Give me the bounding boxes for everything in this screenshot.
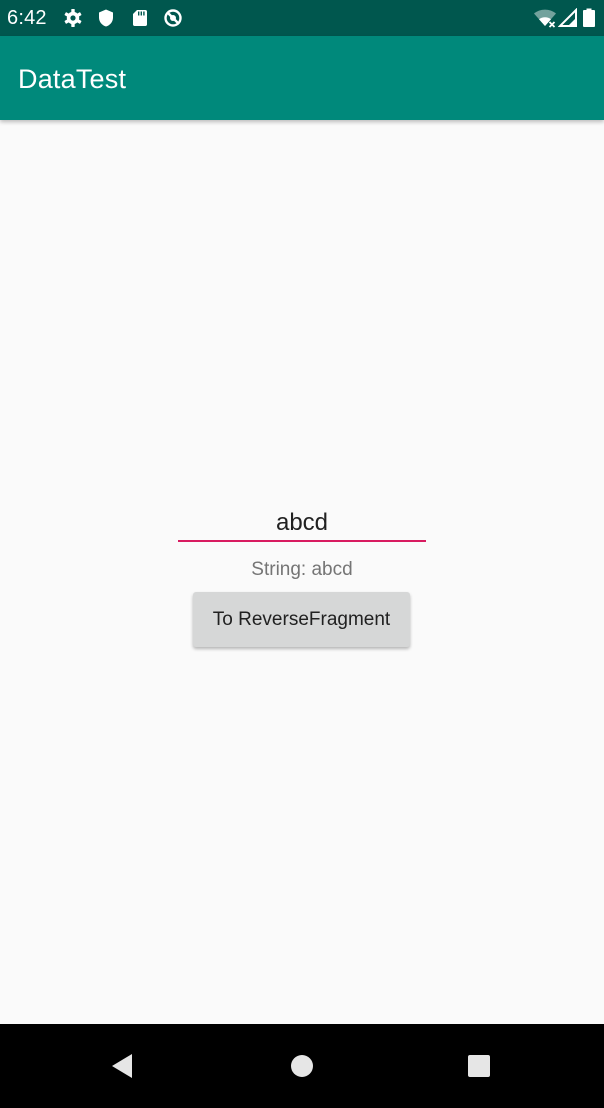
result-text: String: abcd bbox=[251, 559, 353, 580]
home-icon bbox=[290, 1054, 314, 1078]
status-time: 6:42 bbox=[7, 7, 47, 29]
recents-icon bbox=[467, 1054, 491, 1078]
no-sync-icon bbox=[163, 8, 183, 28]
sd-card-icon bbox=[130, 8, 150, 28]
home-button[interactable] bbox=[282, 1046, 322, 1086]
string-input[interactable] bbox=[178, 500, 426, 542]
input-container bbox=[178, 500, 426, 544]
app-title: DataTest bbox=[18, 64, 127, 94]
navigation-bar bbox=[0, 1024, 604, 1108]
status-bar: 6:42 bbox=[0, 0, 604, 36]
back-icon bbox=[110, 1053, 134, 1079]
battery-icon bbox=[582, 8, 596, 28]
recents-button[interactable] bbox=[459, 1046, 499, 1086]
shield-icon bbox=[96, 8, 116, 28]
app-bar: DataTest bbox=[0, 36, 604, 120]
wifi-off-icon bbox=[533, 8, 557, 28]
to-reverse-fragment-button[interactable]: To ReverseFragment bbox=[193, 592, 410, 647]
back-button[interactable] bbox=[102, 1046, 142, 1086]
gear-icon bbox=[63, 8, 83, 28]
main-content: String: abcd To ReverseFragment bbox=[0, 120, 604, 1024]
signal-icon bbox=[558, 8, 578, 28]
